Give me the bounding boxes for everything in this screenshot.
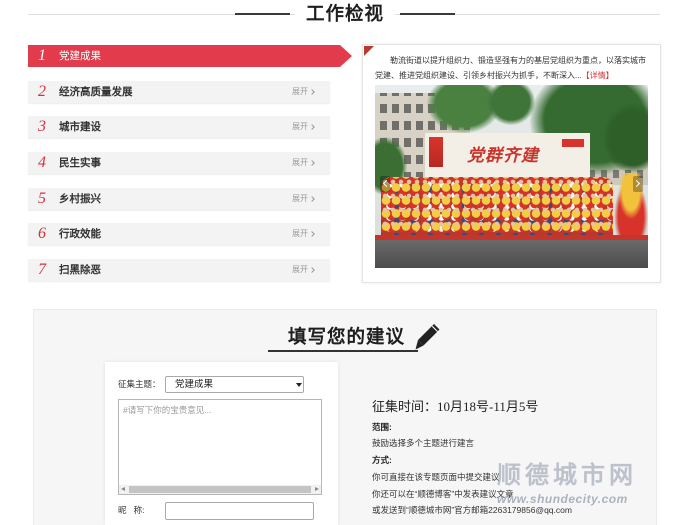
suggestion-textarea[interactable] bbox=[119, 400, 321, 485]
chevron-right-icon bbox=[309, 267, 315, 273]
topic-item-rural-revitalization[interactable]: 5 乡村振兴 展开 bbox=[28, 188, 330, 210]
photo-flag bbox=[562, 139, 584, 147]
photo-flag bbox=[429, 137, 443, 167]
chevron-right-icon bbox=[309, 124, 315, 130]
collection-period: 征集时间：10月18号-11月5号 bbox=[372, 399, 539, 414]
topic-number: 6 bbox=[38, 225, 46, 242]
expand-toggle[interactable]: 展开 bbox=[292, 116, 315, 138]
expand-label: 展开 bbox=[292, 158, 308, 167]
corner-triangle-icon bbox=[364, 46, 374, 56]
photo-stage-floor bbox=[375, 235, 648, 268]
chevron-right-icon bbox=[309, 160, 315, 166]
carousel-prev-button[interactable] bbox=[380, 176, 391, 192]
header-accent-left bbox=[235, 13, 290, 15]
chevron-right-icon bbox=[309, 196, 315, 202]
header-accent-right bbox=[400, 13, 455, 15]
expand-label: 展开 bbox=[292, 87, 308, 96]
suggestion-title-underline bbox=[268, 350, 418, 352]
photo-crowd bbox=[381, 177, 613, 239]
expand-toggle[interactable]: 展开 bbox=[292, 81, 315, 103]
topic-item-city-construction[interactable]: 3 城市建设 展开 bbox=[28, 116, 330, 138]
topic-number: 2 bbox=[38, 83, 46, 100]
chevron-left-icon bbox=[382, 179, 391, 188]
topic-number: 5 bbox=[38, 190, 46, 207]
chevron-right-icon bbox=[632, 179, 641, 188]
expand-toggle[interactable]: 展开 bbox=[292, 188, 315, 210]
expand-toggle[interactable]: 展开 bbox=[292, 259, 315, 281]
topic-number: 4 bbox=[38, 154, 46, 171]
suggestion-textarea-box bbox=[118, 399, 322, 495]
topic-label: 行政效能 bbox=[59, 228, 101, 240]
detail-summary: 勒流街道以提升组织力、锻造坚强有力的基层党组织为重点，以落实城市党建、推进党组织… bbox=[375, 53, 649, 83]
topic-item-economy[interactable]: 2 经济高质量发展 展开 bbox=[28, 81, 330, 103]
pen-icon bbox=[415, 324, 440, 350]
topic-number: 1 bbox=[38, 47, 46, 64]
topic-label: 扫黑除恶 bbox=[59, 264, 101, 276]
expand-label: 展开 bbox=[292, 265, 308, 274]
suggestion-title: 填写您的建议 bbox=[288, 326, 406, 347]
nickname-input[interactable] bbox=[165, 502, 314, 520]
method-item: 你可直接在该专题页面中提交建议 bbox=[372, 472, 500, 482]
chevron-right-icon bbox=[309, 89, 315, 95]
topic-number: 7 bbox=[38, 261, 46, 278]
nickname-label: 昵 称: bbox=[118, 505, 145, 515]
suggestion-form: 征集主题： 党建成果 昵 称: bbox=[105, 362, 338, 525]
topic-label: 乡村振兴 bbox=[59, 193, 101, 205]
topic-select-label: 征集主题： bbox=[118, 379, 161, 389]
photo-tree bbox=[487, 85, 535, 125]
method-label: 方式: bbox=[372, 455, 392, 465]
section-title: 工作检视 bbox=[295, 3, 395, 25]
scroll-right-arrow-icon[interactable] bbox=[315, 487, 319, 491]
topic-item-party-building[interactable]: 1 党建成果 bbox=[28, 45, 352, 67]
photo-banner-text: 党群齐建 bbox=[467, 146, 539, 165]
expand-toggle[interactable]: 展开 bbox=[292, 223, 315, 245]
detail-photo[interactable]: 党群齐建 bbox=[375, 85, 648, 268]
topic-select[interactable]: 党建成果 bbox=[165, 376, 304, 393]
method-item: 或发送到“顺德城市网”官方邮箱2263179856@qq.com bbox=[372, 505, 572, 515]
textarea-horizontal-scrollbar[interactable] bbox=[119, 485, 321, 494]
detail-more-link[interactable]: 【详情】 bbox=[582, 71, 614, 80]
scroll-left-arrow-icon[interactable] bbox=[121, 487, 125, 491]
chevron-right-icon bbox=[309, 231, 315, 237]
topic-detail-panel: 勒流街道以提升组织力、锻造坚强有力的基层党组织为重点，以落实城市党建、推进党组织… bbox=[362, 44, 661, 283]
expand-label: 展开 bbox=[292, 194, 308, 203]
topic-label: 城市建设 bbox=[59, 121, 101, 133]
expand-toggle[interactable]: 展开 bbox=[292, 152, 315, 174]
topic-label: 党建成果 bbox=[59, 50, 101, 62]
suggestion-section: 填写您的建议 征集主题： 党建成果 昵 称: 征集时间：10月18号-11月5号… bbox=[33, 309, 657, 525]
scope-label: 范围: bbox=[372, 422, 392, 432]
topic-item-administrative-efficiency[interactable]: 6 行政效能 展开 bbox=[28, 223, 330, 245]
watermark-name: 顺德城市网 bbox=[497, 462, 637, 489]
topic-number: 3 bbox=[38, 118, 46, 135]
expand-label: 展开 bbox=[292, 229, 308, 238]
topic-item-livelihood[interactable]: 4 民生实事 展开 bbox=[28, 152, 330, 174]
scope-text: 鼓励选择多个主题进行建言 bbox=[372, 438, 475, 448]
scrollbar-thumb[interactable] bbox=[129, 486, 311, 493]
carousel-next-button[interactable] bbox=[632, 176, 643, 192]
topic-label: 民生实事 bbox=[59, 157, 101, 169]
method-item: 你还可以在“顺德博客”中发表建议文章 bbox=[372, 489, 514, 499]
topic-label: 经济高质量发展 bbox=[59, 86, 133, 98]
expand-label: 展开 bbox=[292, 122, 308, 131]
topic-item-anti-crime[interactable]: 7 扫黑除恶 展开 bbox=[28, 259, 330, 281]
